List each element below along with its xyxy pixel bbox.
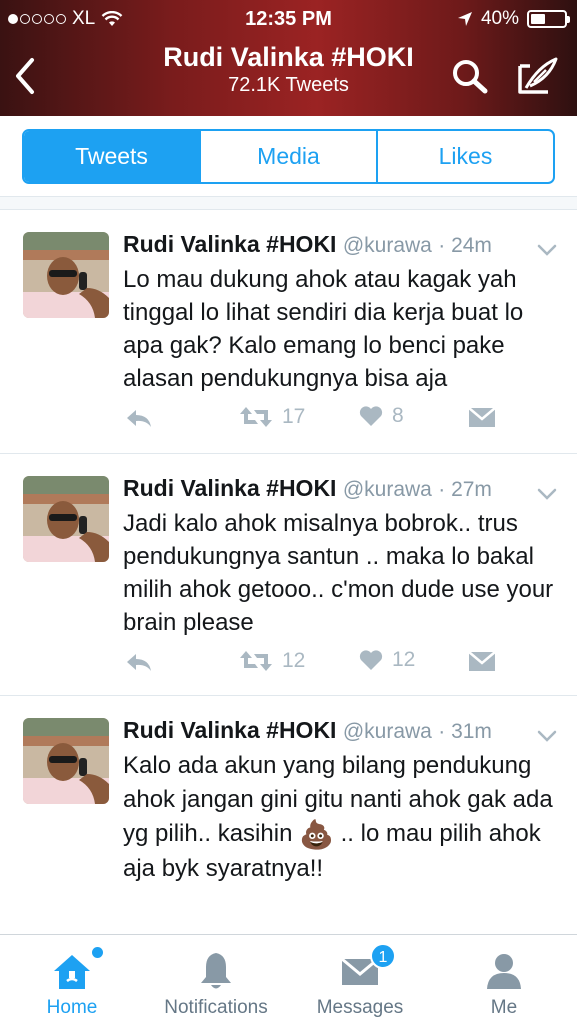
tweet-handle: @kurawa	[342, 234, 432, 257]
tweet-time: · 27m	[438, 478, 492, 501]
tweet-time: · 24m	[438, 234, 492, 257]
tweet-actions: 17 8	[0, 404, 577, 436]
compose-tweet-button[interactable]	[516, 56, 558, 96]
heart-icon	[359, 650, 383, 670]
retweet-count: 12	[282, 649, 306, 672]
section-divider	[0, 196, 577, 210]
retweet-count: 17	[282, 405, 306, 428]
tweet-handle: @kurawa	[342, 720, 432, 743]
tweet-author-name[interactable]: Rudi Valinka #HOKI	[123, 231, 336, 257]
tabbar-me[interactable]: Me	[432, 935, 576, 1024]
chevron-down-icon[interactable]	[536, 729, 558, 743]
direct-message-icon[interactable]	[468, 405, 496, 429]
unread-dot	[92, 947, 103, 958]
tabbar-label: Home	[46, 997, 98, 1018]
reply-icon[interactable]	[124, 650, 154, 674]
tabbar-notifications[interactable]: Notifications	[144, 935, 288, 1024]
chevron-down-icon[interactable]	[536, 487, 558, 501]
retweet-icon	[240, 407, 272, 427]
tweet-actions: 12 12	[0, 648, 577, 680]
bottom-tab-bar: Home Notifications 1 Messages Me	[0, 934, 577, 1024]
heart-icon	[359, 406, 383, 426]
reply-icon[interactable]	[124, 406, 154, 430]
battery-icon	[527, 10, 570, 28]
like-count: 8	[392, 404, 404, 427]
retweet-button[interactable]: 12	[238, 648, 305, 674]
bell-icon	[201, 953, 231, 989]
status-bar: XL 12:35 PM 40%	[0, 6, 577, 32]
poop-emoji: 💩	[299, 818, 334, 850]
tweet-text: Lo mau dukung ahok atau kagak yah tingga…	[123, 266, 524, 392]
home-icon	[54, 955, 90, 989]
tab-media[interactable]: Media	[199, 131, 376, 182]
profile-title: Rudi Valinka #HOKI	[163, 42, 414, 72]
tweet-count: 72.1K Tweets	[228, 74, 349, 96]
avatar[interactable]	[23, 476, 109, 562]
person-icon	[487, 954, 521, 989]
tweet[interactable]: Rudi Valinka #HOKI @kurawa · 31m Kalo ad…	[0, 697, 577, 934]
tweet-author-name[interactable]: Rudi Valinka #HOKI	[123, 475, 336, 501]
tweet-text: Jadi kalo ahok misalnya bobrok.. trus pe…	[123, 510, 554, 636]
like-count: 12	[392, 648, 416, 671]
tabbar-label: Me	[490, 997, 518, 1018]
profile-header: XL 12:35 PM 40% Rudi Valinka #HOKI 72.1K…	[0, 0, 577, 116]
tweet[interactable]: Rudi Valinka #HOKI @kurawa · 27m Jadi ka…	[0, 455, 577, 696]
tabbar-label: Notifications	[164, 997, 268, 1018]
tabbar-messages[interactable]: 1 Messages	[288, 935, 432, 1024]
avatar[interactable]	[23, 232, 109, 318]
tweet-time: · 31m	[438, 720, 492, 743]
like-button[interactable]: 8	[358, 404, 404, 428]
avatar[interactable]	[23, 718, 109, 804]
like-button[interactable]: 12	[358, 648, 415, 672]
tab-tweets[interactable]: Tweets	[24, 131, 199, 182]
profile-tabs: Tweets Media Likes	[22, 129, 555, 184]
tabbar-label: Messages	[316, 997, 404, 1018]
location-arrow-icon	[457, 12, 472, 26]
search-button[interactable]	[450, 58, 490, 94]
direct-message-icon[interactable]	[468, 649, 496, 673]
tab-likes[interactable]: Likes	[376, 131, 553, 182]
messages-badge: 1	[370, 943, 396, 969]
tabbar-home[interactable]: Home	[0, 935, 144, 1024]
chevron-down-icon[interactable]	[536, 243, 558, 257]
battery-percent: 40%	[480, 8, 519, 29]
tweet-author-name[interactable]: Rudi Valinka #HOKI	[123, 717, 336, 743]
tweet-text: Kalo ada akun yang bilang pendukung ahok…	[123, 749, 563, 886]
tweet-handle: @kurawa	[342, 478, 432, 501]
retweet-button[interactable]: 17	[238, 404, 305, 430]
tweet[interactable]: Rudi Valinka #HOKI @kurawa · 24m Lo mau …	[0, 211, 577, 454]
retweet-icon	[240, 651, 272, 671]
